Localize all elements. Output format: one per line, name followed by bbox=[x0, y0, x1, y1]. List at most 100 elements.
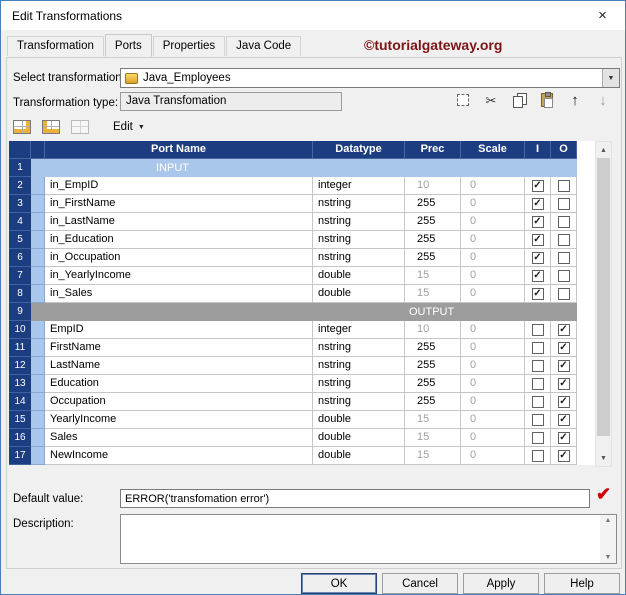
prec-cell[interactable]: 10 bbox=[405, 177, 461, 195]
table-row[interactable]: 3 in_FirstName nstring 255 0 ✓ bbox=[9, 195, 595, 213]
header-port-name[interactable]: Port Name bbox=[45, 141, 313, 159]
input-checkbox[interactable] bbox=[531, 413, 544, 426]
table-scrollbar[interactable]: ▲ ▼ bbox=[595, 141, 612, 467]
port-name-cell[interactable]: in_Occupation bbox=[45, 249, 313, 267]
prec-cell[interactable]: 255 bbox=[405, 357, 461, 375]
scale-cell[interactable]: 0 bbox=[461, 447, 525, 465]
port-name-cell[interactable]: Education bbox=[45, 375, 313, 393]
cancel-button[interactable]: Cancel bbox=[382, 573, 458, 594]
table-row[interactable]: 14 Occupation nstring 255 0 ✓ bbox=[9, 393, 595, 411]
datatype-cell[interactable]: double bbox=[313, 267, 405, 285]
row-selector[interactable] bbox=[31, 429, 45, 447]
scrollbar-thumb[interactable] bbox=[597, 158, 610, 436]
row-number[interactable]: 17 bbox=[9, 447, 31, 465]
output-checkbox[interactable]: ✓ bbox=[557, 431, 570, 444]
row-number[interactable]: 11 bbox=[9, 339, 31, 357]
scroll-down-icon[interactable]: ▼ bbox=[596, 450, 611, 466]
row-number[interactable]: 1 bbox=[9, 159, 31, 177]
prec-cell[interactable]: 10 bbox=[405, 321, 461, 339]
description-scrollbar[interactable]: ▲ ▼ bbox=[600, 515, 616, 563]
input-checkbox[interactable] bbox=[531, 323, 544, 336]
row-selector[interactable] bbox=[31, 447, 45, 465]
port-name-cell[interactable]: in_Sales bbox=[45, 285, 313, 303]
port-name-cell[interactable]: in_Education bbox=[45, 231, 313, 249]
output-checkbox[interactable]: ✓ bbox=[557, 395, 570, 408]
datatype-cell[interactable]: nstring bbox=[313, 231, 405, 249]
row-selector[interactable] bbox=[31, 249, 45, 267]
table-row[interactable]: 7 in_YearlyIncome double 15 0 ✓ bbox=[9, 267, 595, 285]
prec-cell[interactable]: 255 bbox=[405, 195, 461, 213]
input-checkbox[interactable] bbox=[531, 359, 544, 372]
row-number[interactable]: 6 bbox=[9, 249, 31, 267]
row-selector[interactable] bbox=[31, 375, 45, 393]
header-output[interactable]: O bbox=[551, 141, 577, 159]
row-selector[interactable] bbox=[31, 177, 45, 195]
port-name-cell[interactable]: YearlyIncome bbox=[45, 411, 313, 429]
port-name-cell[interactable]: LastName bbox=[45, 357, 313, 375]
add-port-icon[interactable] bbox=[12, 117, 32, 137]
input-checkbox[interactable]: ✓ bbox=[531, 179, 544, 192]
datatype-cell[interactable]: nstring bbox=[313, 375, 405, 393]
row-selector[interactable] bbox=[31, 267, 45, 285]
scale-cell[interactable]: 0 bbox=[461, 393, 525, 411]
prec-cell[interactable]: 15 bbox=[405, 429, 461, 447]
output-checkbox[interactable]: ✓ bbox=[557, 377, 570, 390]
table-row[interactable]: 8 in_Sales double 15 0 ✓ bbox=[9, 285, 595, 303]
row-number[interactable]: 5 bbox=[9, 231, 31, 249]
output-checkbox[interactable] bbox=[557, 179, 570, 192]
table-row[interactable]: 11 FirstName nstring 255 0 ✓ bbox=[9, 339, 595, 357]
datatype-cell[interactable]: double bbox=[313, 411, 405, 429]
datatype-cell[interactable]: nstring bbox=[313, 213, 405, 231]
row-selector[interactable] bbox=[31, 231, 45, 249]
desc-scroll-down-icon[interactable]: ▼ bbox=[605, 554, 612, 561]
copy-port-icon[interactable] bbox=[70, 117, 90, 137]
output-checkbox[interactable]: ✓ bbox=[557, 359, 570, 372]
prec-cell[interactable]: 255 bbox=[405, 339, 461, 357]
output-checkbox[interactable] bbox=[557, 251, 570, 264]
datatype-cell[interactable]: double bbox=[313, 285, 405, 303]
output-checkbox[interactable]: ✓ bbox=[557, 449, 570, 462]
header-datatype[interactable]: Datatype bbox=[313, 141, 405, 159]
row-selector[interactable] bbox=[31, 321, 45, 339]
row-number[interactable]: 14 bbox=[9, 393, 31, 411]
datatype-cell[interactable]: integer bbox=[313, 321, 405, 339]
datatype-cell[interactable]: nstring bbox=[313, 393, 405, 411]
input-checkbox[interactable]: ✓ bbox=[531, 287, 544, 300]
datatype-cell[interactable]: double bbox=[313, 447, 405, 465]
scale-cell[interactable]: 0 bbox=[461, 339, 525, 357]
row-number[interactable]: 3 bbox=[9, 195, 31, 213]
new-selection-icon[interactable] bbox=[453, 90, 473, 110]
prec-cell[interactable]: 15 bbox=[405, 285, 461, 303]
input-checkbox[interactable]: ✓ bbox=[531, 233, 544, 246]
table-row[interactable]: 16 Sales double 15 0 ✓ bbox=[9, 429, 595, 447]
row-number[interactable]: 9 bbox=[9, 303, 31, 321]
table-row[interactable]: 12 LastName nstring 255 0 ✓ bbox=[9, 357, 595, 375]
table-row[interactable]: 15 YearlyIncome double 15 0 ✓ bbox=[9, 411, 595, 429]
prec-cell[interactable]: 15 bbox=[405, 267, 461, 285]
scale-cell[interactable]: 0 bbox=[461, 195, 525, 213]
output-checkbox[interactable] bbox=[557, 233, 570, 246]
tab-properties[interactable]: Properties bbox=[152, 36, 226, 56]
port-name-cell[interactable]: in_FirstName bbox=[45, 195, 313, 213]
scale-cell[interactable]: 0 bbox=[461, 231, 525, 249]
row-number[interactable]: 12 bbox=[9, 357, 31, 375]
scale-cell[interactable]: 0 bbox=[461, 285, 525, 303]
row-number[interactable]: 13 bbox=[9, 375, 31, 393]
apply-button[interactable]: Apply bbox=[463, 573, 539, 594]
input-checkbox[interactable]: ✓ bbox=[531, 269, 544, 282]
row-selector[interactable] bbox=[31, 213, 45, 231]
scale-cell[interactable]: 0 bbox=[461, 357, 525, 375]
row-selector[interactable] bbox=[31, 339, 45, 357]
ok-button[interactable]: OK bbox=[301, 573, 377, 594]
port-name-cell[interactable]: in_LastName bbox=[45, 213, 313, 231]
header-scale[interactable]: Scale bbox=[461, 141, 525, 159]
scale-cell[interactable]: 0 bbox=[461, 267, 525, 285]
cut-icon[interactable]: ✂ bbox=[481, 90, 501, 110]
row-number[interactable]: 2 bbox=[9, 177, 31, 195]
input-checkbox[interactable] bbox=[531, 341, 544, 354]
delete-port-icon[interactable] bbox=[41, 117, 61, 137]
row-number[interactable]: 10 bbox=[9, 321, 31, 339]
prec-cell[interactable]: 255 bbox=[405, 231, 461, 249]
output-checkbox[interactable] bbox=[557, 269, 570, 282]
output-checkbox[interactable] bbox=[557, 215, 570, 228]
